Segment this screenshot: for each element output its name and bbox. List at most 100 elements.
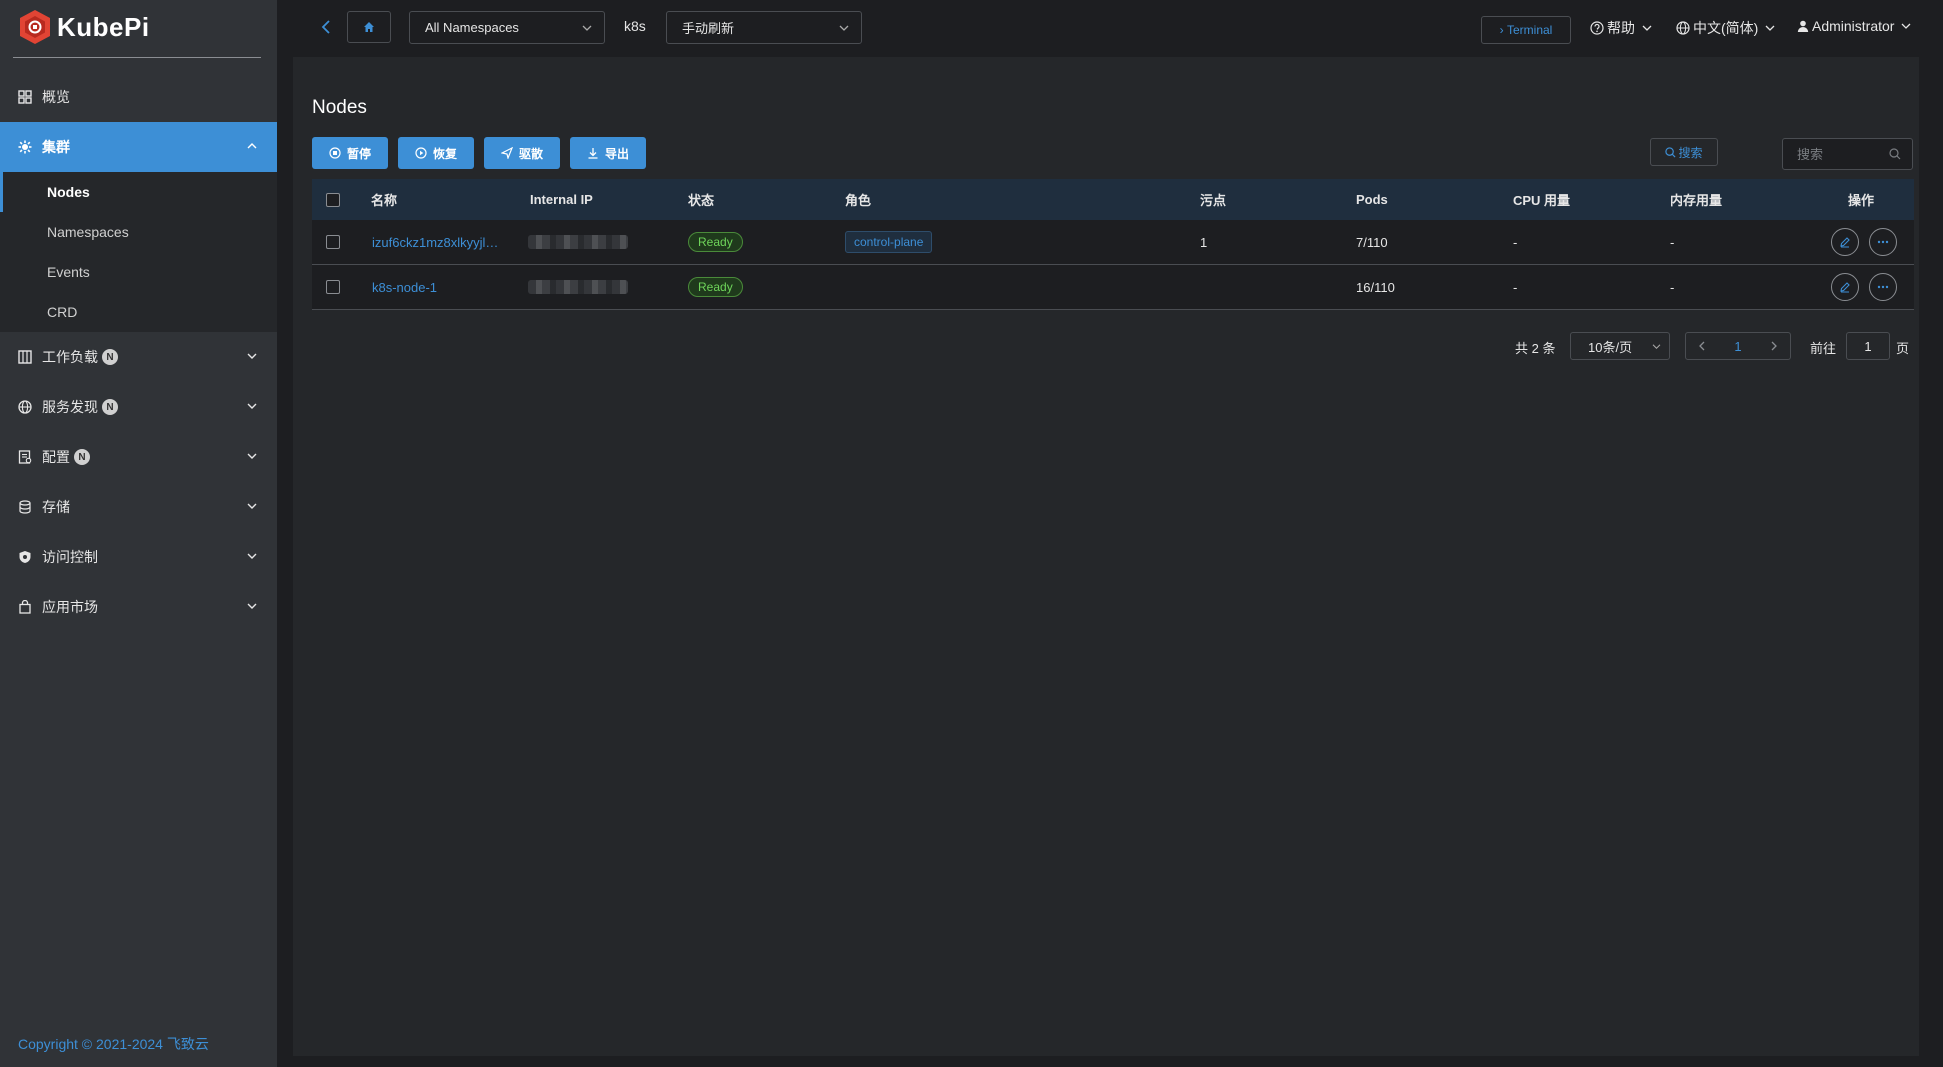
next-page-icon[interactable] bbox=[1770, 341, 1778, 351]
terminal-button[interactable]: › Terminal bbox=[1481, 16, 1571, 44]
select-all-checkbox[interactable] bbox=[326, 192, 340, 207]
node-name-link[interactable]: k8s-node-1 bbox=[372, 280, 437, 295]
export-button[interactable]: 导出 bbox=[570, 137, 646, 169]
chevron-down-icon bbox=[1652, 344, 1661, 349]
row-checkbox[interactable] bbox=[326, 280, 340, 294]
drain-label: 驱散 bbox=[518, 146, 543, 161]
submenu-item-events[interactable]: Events bbox=[0, 252, 277, 292]
internal-ip-redacted bbox=[528, 235, 628, 249]
internal-ip-redacted bbox=[528, 280, 628, 294]
chevron-down-icon bbox=[247, 353, 257, 359]
sidebar-item-storage[interactable]: 存储 bbox=[0, 482, 277, 532]
logo-divider bbox=[13, 57, 261, 58]
pause-button[interactable]: 暂停 bbox=[312, 137, 388, 169]
cpu-value: - bbox=[1513, 279, 1518, 295]
pods-value: 7/110 bbox=[1356, 234, 1388, 250]
row-checkbox[interactable] bbox=[326, 235, 340, 249]
refresh-select-value: 手动刷新 bbox=[682, 21, 735, 36]
role-tag: control-plane bbox=[845, 231, 933, 253]
column-header: 角色 bbox=[845, 193, 872, 208]
chevron-down-icon bbox=[247, 403, 257, 409]
current-page[interactable]: 1 bbox=[1734, 339, 1741, 354]
memory-value: - bbox=[1670, 279, 1675, 295]
resume-button[interactable]: 恢复 bbox=[398, 137, 474, 169]
search-icon bbox=[1665, 146, 1676, 158]
sidebar-item-workload[interactable]: 工作负载 N bbox=[0, 332, 277, 382]
sidebar-item-access-control[interactable]: 访问控制 bbox=[0, 532, 277, 582]
user-icon bbox=[1797, 20, 1809, 32]
edit-button[interactable] bbox=[1831, 273, 1859, 301]
logo[interactable]: KubePi bbox=[18, 9, 150, 45]
play-icon bbox=[415, 147, 427, 159]
chevron-down-icon bbox=[1765, 25, 1775, 31]
column-header: 状态 bbox=[688, 193, 715, 208]
drain-button[interactable]: 驱散 bbox=[484, 137, 560, 169]
search-button-label: 搜索 bbox=[1678, 145, 1703, 160]
prev-page-icon[interactable] bbox=[1698, 341, 1706, 351]
namespace-select[interactable]: All Namespaces bbox=[409, 11, 605, 44]
question-icon bbox=[1590, 21, 1604, 35]
more-button[interactable] bbox=[1869, 228, 1897, 256]
chevron-down-icon bbox=[247, 453, 257, 459]
send-icon bbox=[500, 147, 513, 159]
column-header: Pods bbox=[1356, 192, 1388, 207]
sidebar-item-config[interactable]: 配置 N bbox=[0, 432, 277, 482]
pause-icon bbox=[329, 147, 341, 159]
language-menu[interactable]: 中文(简体) bbox=[1676, 18, 1775, 38]
sidebar-item-overview[interactable]: 概览 bbox=[0, 72, 277, 122]
more-icon bbox=[1877, 240, 1889, 244]
search-icon bbox=[1889, 148, 1901, 160]
kubepi-logo-icon bbox=[20, 10, 50, 44]
cluster-submenu: Nodes Namespaces Events CRD bbox=[0, 172, 277, 332]
page-size-select[interactable]: 10条/页 bbox=[1570, 332, 1670, 360]
help-menu[interactable]: 帮助 bbox=[1590, 18, 1652, 38]
more-icon bbox=[1877, 285, 1889, 289]
pager: 1 bbox=[1685, 332, 1791, 360]
back-arrow-icon[interactable] bbox=[320, 18, 332, 36]
sidebar-item-label: 访问控制 bbox=[42, 549, 98, 565]
column-header: 名称 bbox=[371, 193, 398, 208]
chevron-right-icon: › bbox=[1499, 23, 1507, 37]
more-button[interactable] bbox=[1869, 273, 1897, 301]
submenu-item-namespaces[interactable]: Namespaces bbox=[0, 212, 277, 252]
node-name-link[interactable]: izuf6ckz1mz8xlkyyjl… bbox=[372, 235, 498, 250]
chevron-down-icon bbox=[247, 553, 257, 559]
sidebar-item-cluster[interactable]: 集群 bbox=[0, 122, 277, 172]
new-badge: N bbox=[74, 449, 90, 465]
sidebar-item-app-market[interactable]: 应用市场 bbox=[0, 582, 277, 632]
sidebar: KubePi 概览 集群 Nodes Namespaces Events CRD bbox=[0, 0, 277, 1067]
sidebar-item-label: 集群 bbox=[42, 139, 70, 155]
terminal-label: Terminal bbox=[1506, 23, 1553, 37]
submenu-item-nodes[interactable]: Nodes bbox=[0, 172, 277, 212]
taints-value: 1 bbox=[1200, 234, 1208, 250]
sidebar-item-label: 配置 bbox=[42, 449, 70, 465]
goto-page-input[interactable]: 1 bbox=[1846, 332, 1890, 360]
main-content: Nodes 暂停 恢复 驱散 导出 搜索 名称 Internal IP 状态 角… bbox=[293, 57, 1919, 1056]
search-button[interactable]: 搜索 bbox=[1650, 138, 1718, 166]
status-badge: Ready bbox=[688, 277, 743, 297]
memory-value: - bbox=[1670, 234, 1675, 250]
workload-icon bbox=[18, 350, 32, 364]
user-label: Administrator bbox=[1812, 18, 1895, 34]
goto-prefix: 前往 bbox=[1810, 341, 1837, 356]
user-menu[interactable]: Administrator bbox=[1797, 18, 1911, 34]
column-header: Internal IP bbox=[530, 192, 593, 207]
sidebar-menu: 概览 集群 Nodes Namespaces Events CRD 工作负载 N bbox=[0, 72, 277, 632]
chevron-down-icon bbox=[1642, 25, 1652, 31]
submenu-item-crd[interactable]: CRD bbox=[0, 292, 277, 332]
nodes-table: 名称 Internal IP 状态 角色 污点 Pods CPU 用量 内存用量… bbox=[312, 179, 1914, 310]
copyright-text: Copyright © 2021-2024 飞致云 bbox=[18, 1036, 209, 1052]
globe-icon bbox=[18, 400, 32, 414]
edit-button[interactable] bbox=[1831, 228, 1859, 256]
column-header: CPU 用量 bbox=[1513, 193, 1571, 208]
resume-label: 恢复 bbox=[432, 146, 457, 161]
refresh-select[interactable]: 手动刷新 bbox=[666, 11, 862, 44]
topbar: All Namespaces k8s 手动刷新 › Terminal 帮助 中文… bbox=[277, 0, 1943, 55]
sidebar-item-label: 工作负载 bbox=[42, 349, 98, 365]
chevron-down-icon bbox=[839, 25, 849, 31]
export-label: 导出 bbox=[604, 146, 629, 161]
sidebar-item-service-discovery[interactable]: 服务发现 N bbox=[0, 382, 277, 432]
sidebar-item-label: 应用市场 bbox=[42, 599, 98, 615]
status-badge: Ready bbox=[688, 232, 743, 252]
home-button[interactable] bbox=[347, 11, 391, 43]
